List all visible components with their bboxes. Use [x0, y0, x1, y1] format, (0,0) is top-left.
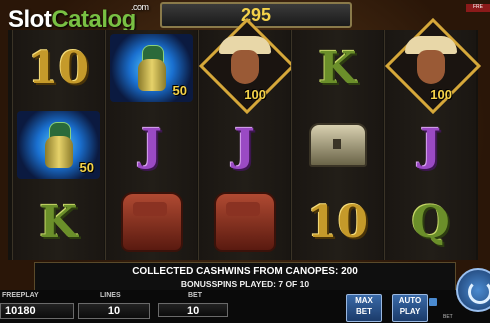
cash-value: 100	[244, 87, 266, 102]
reel-5: 100 J Q	[384, 17, 482, 260]
message-bar: COLLECTED CASHWINS FROM CANOPES: 200 BON…	[34, 262, 456, 292]
symbol-cell: J	[385, 107, 476, 183]
explorer-icon	[219, 36, 271, 92]
symbol-cell: 100	[384, 17, 482, 115]
bag-icon	[120, 192, 183, 252]
symbol-cell: 100	[198, 17, 296, 115]
logo-dotcom-text: .com	[131, 2, 149, 12]
max-bet-line1: MAX	[355, 296, 373, 305]
spin-arrow-icon	[468, 280, 490, 304]
cash-value: 50	[79, 160, 94, 175]
symbol-cell: 10	[13, 30, 104, 106]
explorer-icon	[405, 36, 457, 92]
max-bet-button[interactable]: MAX BET	[346, 294, 382, 322]
bet-value[interactable]: 10	[158, 303, 228, 317]
lines-value[interactable]: 10	[78, 303, 150, 319]
auto-play-button[interactable]: AUTO PLAY	[392, 294, 428, 322]
symbol-j: J	[141, 119, 162, 171]
collected-message: COLLECTED CASHWINS FROM CANOPES: 200	[132, 266, 358, 277]
symbol-cell: J	[106, 107, 197, 183]
symbol-cell	[292, 107, 383, 183]
logo-catalog-text: Catalog	[51, 6, 136, 33]
canope-icon	[42, 122, 76, 168]
symbol-cell: 50	[106, 30, 197, 106]
cash-value: 50	[172, 83, 187, 98]
symbol-10: 10	[27, 42, 90, 94]
symbol-10: 10	[306, 196, 369, 248]
logo-slot-text: Slot	[8, 6, 52, 33]
symbol-j: J	[234, 119, 255, 171]
speaker-icon[interactable]	[429, 298, 437, 306]
symbol-cell: K	[13, 184, 104, 260]
auto-play-line2: PLAY	[399, 307, 421, 316]
symbol-cell: 10	[292, 184, 383, 260]
reel-2: 50 J	[105, 30, 197, 260]
bet-label: BET	[188, 292, 202, 299]
freeplay-label: FREEPLAY	[2, 292, 39, 299]
auto-play-line1: AUTO	[398, 296, 422, 305]
symbol-cell	[199, 184, 290, 260]
cash-value: 100	[430, 87, 452, 102]
symbol-cell: 50	[13, 107, 104, 183]
freeplay-value: 10180	[0, 303, 74, 319]
reel-1: 10 50 K	[12, 30, 104, 260]
canope-icon	[135, 45, 169, 91]
top-counter: 295	[160, 2, 352, 28]
chest-icon	[308, 123, 367, 167]
symbol-cell	[106, 184, 197, 260]
bet-small-label: BET	[443, 314, 453, 320]
bonus-spins-message: BONUSSPINS PLAYED: 7 OF 10	[180, 279, 310, 289]
symbol-k: K	[318, 42, 357, 94]
max-bet-line2: BET	[356, 307, 372, 316]
free-label: FRE	[466, 4, 490, 12]
reel-area: 10 50 K 50 J 100 J K 10 100 J Q	[8, 17, 482, 260]
lines-label: LINES	[100, 292, 121, 299]
symbol-k: K	[39, 196, 78, 248]
bag-icon	[213, 192, 276, 252]
symbol-q: Q	[411, 196, 450, 248]
symbol-cell: Q	[385, 184, 476, 260]
reel-3: 100 J	[198, 17, 296, 260]
symbol-cell: K	[292, 30, 383, 106]
symbol-cell: J	[199, 107, 290, 183]
symbol-j: J	[420, 119, 441, 171]
reel-4: K 10	[291, 30, 383, 260]
